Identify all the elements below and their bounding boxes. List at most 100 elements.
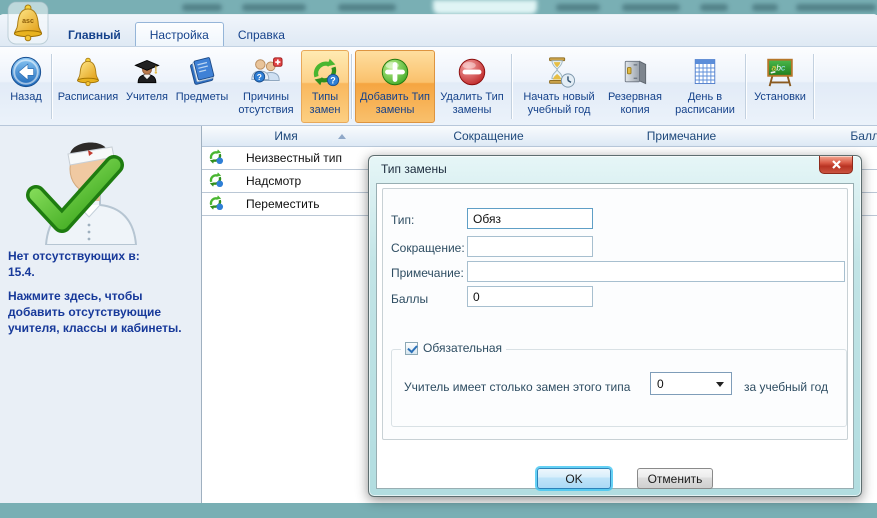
status-line-2: 15.4.: [8, 264, 140, 280]
type-input[interactable]: [467, 208, 593, 229]
toolbar-label: Начать новый учебный год: [518, 91, 600, 117]
column-label: Примечание: [647, 129, 716, 143]
ribbon-toolbar: Назад Расписания: [0, 47, 877, 126]
row-name: Надсмотр: [246, 174, 301, 188]
subjects-button[interactable]: Предметы: [173, 50, 231, 123]
close-button[interactable]: [819, 156, 853, 174]
asc-bell-logo[interactable]: asc: [7, 1, 49, 48]
background-browser-tab: [433, 0, 537, 14]
toolbar-separator: [51, 54, 53, 119]
desktop: Главный Настройка Справка Назад: [0, 0, 877, 518]
mandatory-checkbox[interactable]: [405, 342, 418, 355]
background-blur: [622, 4, 680, 11]
background-blur: [700, 4, 728, 11]
note-input[interactable]: [467, 261, 845, 282]
backup-button[interactable]: Резервная копия: [603, 50, 667, 123]
background-blur: [182, 4, 222, 11]
column-label: Баллы: [850, 129, 877, 143]
hourglass-clock-icon: [542, 53, 576, 91]
background-blur: [242, 4, 306, 11]
ribbon-tab-bar: Главный Настройка Справка: [0, 15, 877, 47]
day-in-timetable-button[interactable]: День в расписании: [667, 50, 743, 123]
book-icon: [186, 53, 218, 91]
substitution-type-icon: [207, 194, 224, 214]
toolbar-label: Резервная копия: [606, 91, 664, 117]
quota-dropdown[interactable]: 0: [650, 372, 732, 395]
bell-icon: [72, 53, 104, 91]
close-icon: [832, 160, 841, 169]
remove-minus-icon: [455, 53, 489, 91]
options-button[interactable]: abc Установки: [749, 50, 811, 123]
toolbar-separator: [813, 54, 815, 119]
toolbar-separator: [511, 54, 513, 119]
teachers-button[interactable]: Учителя: [121, 50, 173, 123]
dialog-title: Тип замены: [381, 162, 447, 176]
mandatory-checkbox-label: Обязательная: [423, 341, 502, 355]
substitution-type-icon: [207, 171, 224, 191]
quota-suffix: за учебный год: [744, 380, 828, 394]
chalkboard-icon: abc: [763, 53, 797, 91]
chevron-down-icon: [716, 382, 724, 387]
abbreviation-input[interactable]: [467, 236, 593, 257]
points-label: Баллы: [391, 292, 428, 306]
toolbar-label: Назад: [10, 91, 42, 104]
substitution-type-dialog: Тип замены Тип: Сокращение: Примечание: …: [368, 155, 862, 497]
absence-people-icon: ?: [249, 53, 283, 91]
quota-value: 0: [657, 377, 664, 391]
mandatory-group-box: Обязательная Учитель имеет столько замен…: [391, 349, 847, 427]
substitution-types-button[interactable]: ? Типы замен: [301, 50, 349, 123]
teacher-icon: [131, 53, 163, 91]
quota-text: Учитель имеет столько замен этого типа: [404, 380, 630, 394]
sort-ascending-icon: [338, 134, 346, 139]
background-blur: [796, 4, 876, 11]
toolbar-label: Учителя: [126, 91, 168, 104]
tab-main[interactable]: Главный: [54, 23, 135, 46]
calendar-grid-icon: [689, 53, 721, 91]
background-blur: [338, 4, 396, 11]
svg-text:abc: abc: [772, 63, 786, 73]
back-button[interactable]: Назад: [3, 50, 49, 123]
injured-person-checkmark-image: [26, 131, 148, 248]
table-header: Имя Сокращение Примечание Баллы: [202, 126, 877, 147]
abbreviation-label: Сокращение:: [391, 241, 465, 255]
column-header-note[interactable]: Примечание: [559, 126, 804, 146]
column-header-name[interactable]: Имя: [202, 126, 418, 146]
note-label: Примечание:: [391, 266, 464, 280]
back-icon: [9, 53, 43, 91]
background-blur: [752, 4, 778, 11]
row-name: Неизвестный тип: [246, 151, 342, 165]
cancel-button[interactable]: Отменить: [637, 468, 713, 489]
toolbar-separator: [745, 54, 747, 119]
tab-help[interactable]: Справка: [224, 23, 299, 46]
toolbar-label: Установки: [754, 91, 806, 104]
no-absentees-status: Нет отсутствующих в: 15.4.: [8, 248, 140, 280]
type-label: Тип:: [391, 213, 414, 227]
recycle-question-icon: ?: [308, 53, 342, 91]
toolbar-label: Расписания: [58, 91, 118, 104]
absence-sidebar[interactable]: Нет отсутствующих в: 15.4. Нажмите здесь…: [0, 126, 202, 503]
ok-button[interactable]: OK: [537, 468, 611, 489]
substitution-type-icon: [207, 148, 224, 168]
toolbar-separator: [351, 54, 353, 119]
new-school-year-button[interactable]: Начать новый учебный год: [515, 50, 603, 123]
column-label: Имя: [274, 129, 297, 143]
add-plus-icon: [378, 53, 412, 91]
background-blur: [556, 4, 600, 11]
add-absentees-hint[interactable]: Нажмите здесь, чтобы добавить отсутствую…: [8, 288, 188, 336]
safe-icon: [619, 53, 651, 91]
column-header-abbreviation[interactable]: Сокращение: [418, 126, 559, 146]
timetables-button[interactable]: Расписания: [55, 50, 121, 123]
svg-text:?: ?: [330, 76, 335, 86]
points-input[interactable]: [467, 286, 593, 307]
toolbar-label: Добавить Тип замены: [358, 91, 432, 117]
toolbar-label: Типы замен: [304, 91, 346, 117]
dialog-body: Тип: Сокращение: Примечание: Баллы Обяза…: [376, 183, 854, 489]
delete-substitution-type-button[interactable]: Удалить Тип замены: [435, 50, 509, 123]
absence-reasons-button[interactable]: ? Причины отсутствия: [231, 50, 301, 123]
tab-settings[interactable]: Настройка: [135, 22, 224, 46]
dialog-form-panel: Тип: Сокращение: Примечание: Баллы Обяза…: [382, 188, 848, 440]
toolbar-label: Причины отсутствия: [234, 91, 298, 117]
column-header-points[interactable]: Баллы: [804, 126, 877, 146]
add-substitution-type-button[interactable]: Добавить Тип замены: [355, 50, 435, 123]
column-label: Сокращение: [453, 129, 523, 143]
